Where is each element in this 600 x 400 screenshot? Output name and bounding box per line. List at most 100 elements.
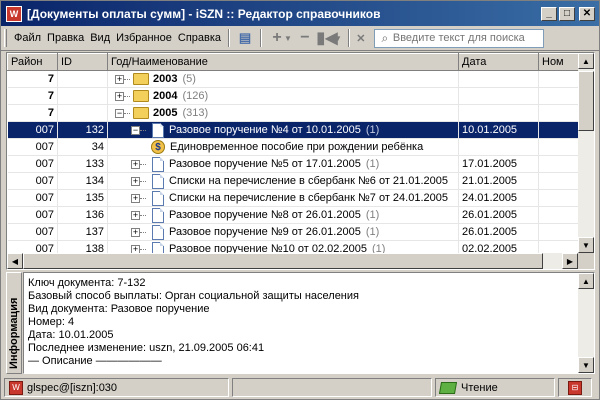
clear-search-button[interactable]: ✕ (354, 28, 368, 48)
eraser-icon (438, 381, 458, 394)
status-mode: Чтение (461, 381, 498, 394)
scroll-left-icon[interactable]: ◀ (7, 253, 23, 269)
expand-toggle-icon[interactable]: + (131, 227, 140, 237)
expand-toggle-icon[interactable]: + (131, 159, 140, 169)
exit-icon[interactable]: ⊟ (568, 380, 582, 395)
document-icon (152, 156, 164, 172)
table-row[interactable]: 7 +2004 (126) (7, 87, 591, 105)
info-tab-label: Информация (8, 297, 20, 369)
minimize-button[interactable]: _ (541, 6, 557, 21)
menu-edit[interactable]: Правка (44, 32, 87, 44)
cell-date (458, 104, 539, 122)
document-icon (152, 190, 164, 206)
cell-date: 21.01.2005 (458, 172, 539, 190)
table-row[interactable]: 007 134 + Списки на перечисление в сбербанк… (7, 172, 591, 190)
table-row[interactable]: 007 137 + Разовое поручение №9 от 26.01.200… (7, 223, 591, 241)
cell-name: + Разовое поручение №9 от 26.01.2005 (1) (107, 223, 459, 241)
status-mode-panel: Чтение (435, 378, 555, 397)
tree-connector (140, 248, 146, 250)
info-tab[interactable]: Информация (6, 272, 22, 374)
info-scroll-up-icon[interactable]: ▲ (578, 273, 594, 289)
tree-connector (140, 214, 146, 216)
search-icon: ⌕ (381, 30, 389, 45)
menu-favorites[interactable]: Избранное (113, 32, 175, 44)
table-row[interactable]: 007 133 + Разовое поручение №5 от 17.01.200… (7, 155, 591, 173)
row-name: Разовое поручение №5 от 17.01.2005 (169, 158, 361, 170)
title-bar[interactable]: W [Документы оплаты сумм] - iSZN :: Реда… (1, 1, 599, 26)
scroll-thumb[interactable] (578, 71, 594, 131)
delete-button[interactable]: − (294, 28, 316, 48)
table-row[interactable]: 007 136 + Разовое поручение №8 от 26.01.200… (7, 206, 591, 224)
status-icon-panel: ⊟ (558, 378, 592, 397)
cell-date (458, 87, 539, 105)
toolbar-separator (347, 29, 350, 47)
expand-toggle-icon[interactable]: + (131, 210, 140, 220)
expand-toggle-icon[interactable]: − (131, 125, 140, 135)
expand-toggle-icon[interactable]: + (115, 74, 124, 84)
cell-rayon: 007 (7, 172, 58, 190)
form-refresh-icon: ▤ (238, 30, 252, 45)
tree-connector (140, 163, 146, 165)
cell-name: $ Единовременное пособие при рождении реб… (107, 138, 459, 156)
search-input[interactable] (392, 32, 543, 44)
expand-toggle-icon[interactable]: + (131, 193, 140, 203)
grid-horizontal-scrollbar[interactable]: ◀ ▶ (7, 253, 578, 269)
status-bar: W glspec@[iszn]:030 Чтение ⊟ (1, 376, 599, 399)
column-header-date[interactable]: Дата (458, 53, 539, 71)
app-window: W [Документы оплаты сумм] - iSZN :: Реда… (0, 0, 600, 400)
cell-id: 34 (57, 138, 108, 156)
info-scroll-down-icon[interactable]: ▼ (578, 357, 594, 373)
row-name: Разовое поручение №8 от 26.01.2005 (169, 209, 361, 221)
row-name: 2003 (153, 73, 178, 85)
scroll-up-icon[interactable]: ▲ (578, 53, 594, 69)
column-header-name[interactable]: Год/Наименование (107, 53, 459, 71)
move-dropdown-icon[interactable]: ▼ (334, 34, 342, 43)
column-header-id[interactable]: ID (57, 53, 108, 71)
maximize-button[interactable]: □ (559, 6, 575, 21)
document-icon (152, 122, 164, 138)
close-button[interactable]: ✕ (579, 6, 595, 21)
toolbar-separator (228, 29, 231, 47)
add-dropdown-icon[interactable]: ▼ (284, 34, 292, 43)
column-header-rayon[interactable]: Район (7, 53, 58, 71)
cell-rayon: 007 (7, 155, 58, 173)
cell-id (57, 104, 108, 122)
documents-table: Район ID Год/Наименование Дата Ном 7 +200… (7, 53, 591, 258)
row-count: (1) (365, 226, 380, 238)
toolbar-separator (260, 29, 263, 47)
table-row[interactable]: 007 34 $ Единовременное пособие при рождени… (7, 138, 591, 156)
expand-toggle-icon[interactable]: + (115, 91, 124, 101)
folder-icon (133, 90, 149, 102)
cell-date (458, 70, 539, 88)
close-icon: ✕ (582, 7, 592, 19)
cell-id: 136 (57, 206, 108, 224)
scroll-thumb-horizontal[interactable] (23, 253, 543, 269)
scroll-right-icon[interactable]: ▶ (562, 253, 578, 269)
minimize-icon: _ (546, 7, 552, 19)
cell-id (57, 70, 108, 88)
search-box[interactable]: ⌕ (373, 28, 544, 48)
table-row[interactable]: 007 135 + Списки на перечисление в сбербанк… (7, 189, 591, 207)
menu-help[interactable]: Справка (175, 32, 224, 44)
refresh-button[interactable]: ▤ (234, 28, 256, 48)
info-vertical-scrollbar[interactable]: ▲ ▼ (578, 273, 594, 373)
cell-name: +2004 (126) (107, 87, 459, 105)
menu-file[interactable]: Файл (11, 32, 44, 44)
documents-grid[interactable]: Район ID Год/Наименование Дата Ном 7 +200… (6, 52, 595, 270)
maximize-icon: □ (563, 7, 571, 19)
info-panel[interactable]: Ключ документа: 7-132 Базовый способ вып… (23, 272, 595, 374)
info-lines: Ключ документа: 7-132 Базовый способ вып… (24, 273, 594, 372)
toolbar-grip[interactable] (4, 29, 7, 47)
grid-vertical-scrollbar[interactable]: ▲ ▼ (578, 53, 594, 269)
user-icon: W (9, 380, 23, 395)
expand-toggle-icon[interactable]: + (131, 176, 140, 186)
expand-toggle-icon[interactable]: − (115, 108, 124, 118)
row-name: Разовое поручение №9 от 26.01.2005 (169, 226, 361, 238)
table-row[interactable]: 007 132 − Разовое поручение №4 от 10.01.200… (7, 121, 591, 139)
table-row[interactable]: 7 − 2005 (313) (7, 104, 591, 122)
table-row[interactable]: 7 +2003 (5) (7, 70, 591, 88)
cell-name: + Разовое поручение №5 от 17.01.2005 (1) (107, 155, 459, 173)
scroll-down-icon[interactable]: ▼ (578, 237, 594, 253)
menu-view[interactable]: Вид (87, 32, 113, 44)
folder-icon (133, 73, 149, 85)
